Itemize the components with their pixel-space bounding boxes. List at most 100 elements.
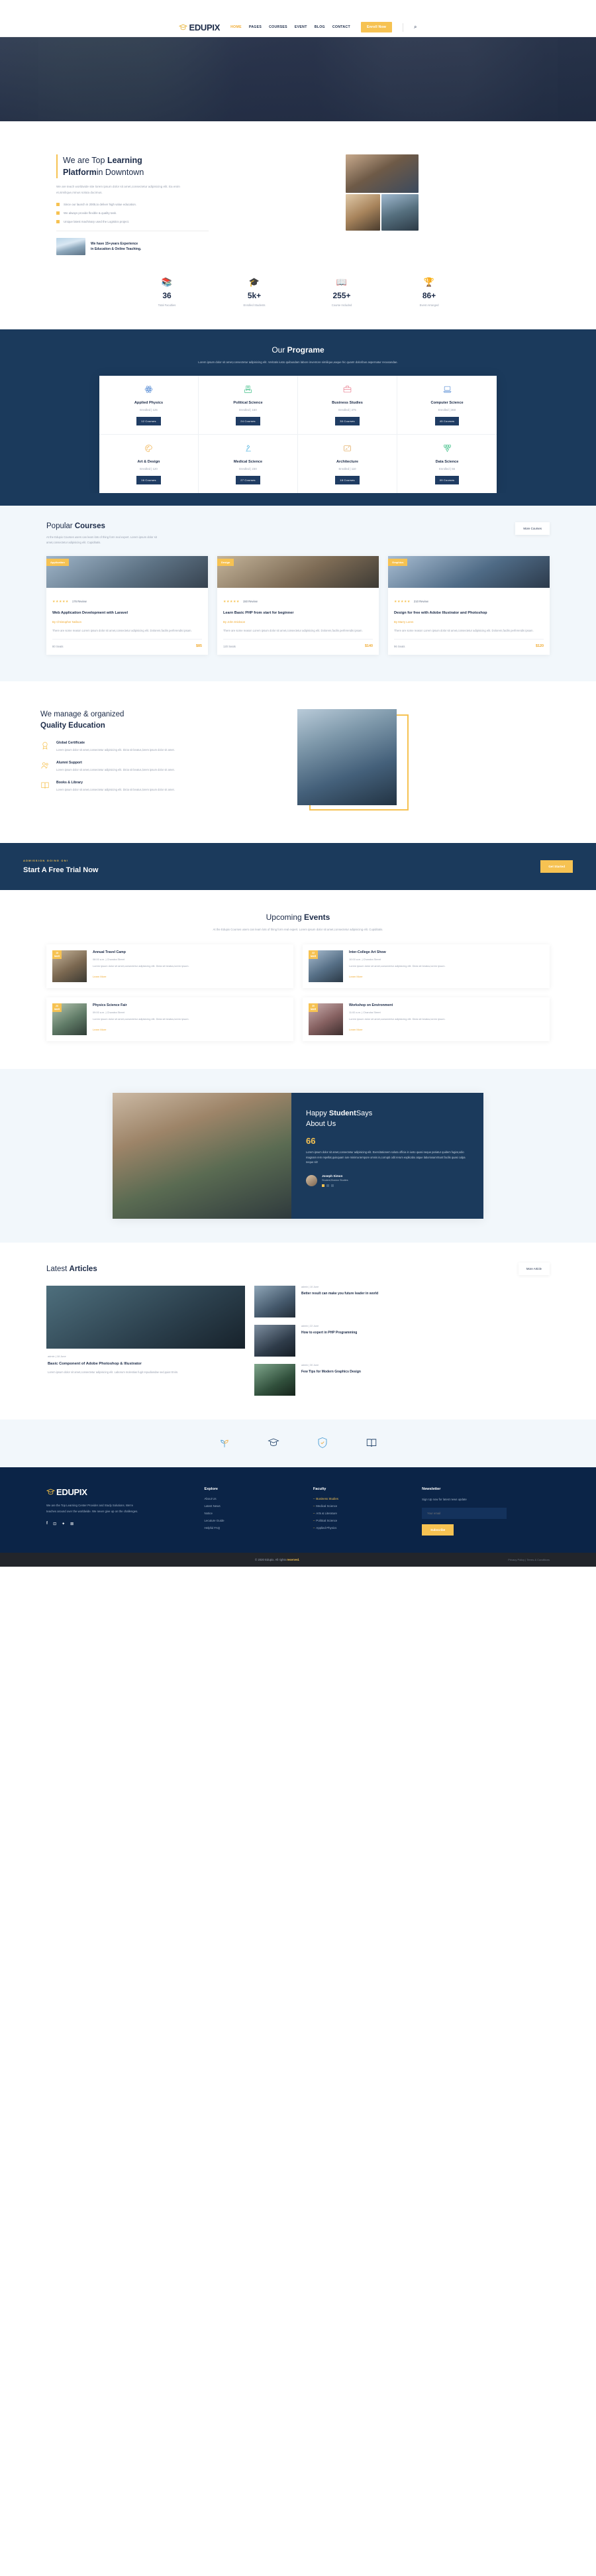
event-card[interactable]: 26 MAR Physics Science Fair 09:00 a.m. | … bbox=[46, 997, 293, 1042]
program-courses-button[interactable]: 45 Courses bbox=[434, 417, 460, 426]
program-card-medical-science[interactable]: Medical Science Enrolled | 230 27 Course… bbox=[199, 435, 298, 494]
dot[interactable] bbox=[331, 1184, 334, 1187]
course-card[interactable]: Graphics ★★★★★ 210 Review Design for free… bbox=[388, 556, 550, 655]
behance-icon[interactable]: ⊠ bbox=[70, 1522, 74, 1526]
article-featured[interactable]: admin | 18 June Basic Component of Adobe… bbox=[46, 1286, 245, 1396]
nav-item-contact[interactable]: CONTACT bbox=[332, 25, 350, 29]
more-article-button[interactable]: More Article bbox=[518, 1262, 550, 1276]
palette-icon bbox=[103, 444, 194, 454]
copyright-pre: © 2020 Edupix. All rights bbox=[255, 1558, 287, 1562]
graduation-brand-icon bbox=[268, 1437, 279, 1451]
program-card-data-science[interactable]: Data Science Enrolled | 56 09 Courses bbox=[397, 435, 497, 493]
program-courses-button[interactable]: 24 Courses bbox=[236, 417, 260, 426]
event-thumbnail: 18 MAR bbox=[52, 950, 87, 983]
dot[interactable] bbox=[326, 1184, 329, 1187]
site-logo[interactable]: EDUPIX bbox=[179, 23, 220, 32]
nav-item-home[interactable]: HOME bbox=[230, 25, 242, 29]
footer-link-lecture-guide[interactable]: Lecuture Guide bbox=[205, 1519, 303, 1522]
article-title: Basic Component of Adobe Photoshop & Ill… bbox=[48, 1362, 142, 1367]
enroll-now-button[interactable]: Enroll Now bbox=[360, 22, 393, 32]
events-subtitle: At the Edupix Courses users can learn lo… bbox=[213, 928, 383, 932]
footer-link-notice[interactable]: Notice bbox=[205, 1512, 303, 1515]
nav-item-pages[interactable]: PAGES bbox=[249, 25, 262, 29]
course-thumbnail: Application bbox=[46, 556, 208, 588]
event-title: Annual Travel Camp bbox=[93, 950, 126, 955]
event-card[interactable]: 18 MAR Annual Travel Camp 08:00 a.m. | Ch… bbox=[46, 944, 293, 989]
twitter-icon[interactable]: ✦ bbox=[62, 1522, 65, 1526]
course-author[interactable]: Christopher Neilson bbox=[56, 620, 81, 624]
course-card[interactable]: Application ★★★★★ 176 Review Web Applicat… bbox=[46, 556, 208, 655]
footer-logo[interactable]: EDUPIX bbox=[46, 1487, 194, 1497]
program-card-business-studies[interactable]: Business Studies Enrolled | 375 30 Cours… bbox=[298, 376, 397, 435]
testimonial-title-3: Says bbox=[356, 1109, 373, 1118]
course-title: Design for free with Adobe Illustrator a… bbox=[394, 611, 487, 616]
program-card-applied-physics[interactable]: Applied Physics Enrolled | 125 12 Course… bbox=[99, 376, 199, 435]
courses-title: Popular Courses bbox=[46, 522, 179, 530]
footer-faculty-medical-science[interactable]: – Medical Science bbox=[313, 1504, 411, 1508]
shield-brand-icon bbox=[317, 1437, 328, 1451]
newsletter-email-input[interactable] bbox=[422, 1508, 507, 1520]
article-item[interactable]: admin | 30 June Few Tips for Modern Grap… bbox=[254, 1364, 550, 1396]
event-thumbnail: 26 MAR bbox=[52, 1003, 87, 1036]
hero-overlay bbox=[38, 37, 558, 121]
briefcase-icon bbox=[302, 385, 393, 395]
event-learn-more-link[interactable]: Learn More bbox=[349, 1028, 362, 1031]
nav-item-courses[interactable]: COURSES bbox=[269, 25, 287, 29]
program-card-architecture[interactable]: Architecture Enrolled | 110 18 Courses bbox=[298, 435, 397, 494]
program-courses-button[interactable]: 18 Courses bbox=[335, 476, 360, 485]
get-started-button[interactable]: Get Started bbox=[540, 860, 573, 873]
brand-logos-section bbox=[0, 1420, 596, 1468]
course-desc: There are some reason Lorem ipsum dolor … bbox=[394, 628, 534, 632]
footer-link-latest-news[interactable]: Latest News bbox=[205, 1504, 303, 1508]
copyright-bar: © 2020 Edupix. All rights reserved. Priv… bbox=[0, 1553, 596, 1567]
course-tag: Design bbox=[217, 559, 234, 567]
footer-faculty-title: Faculty bbox=[313, 1487, 326, 1492]
dot-active[interactable] bbox=[322, 1184, 324, 1187]
program-courses-button[interactable]: 30 Courses bbox=[335, 417, 360, 426]
program-courses-button[interactable]: 16 Courses bbox=[136, 476, 161, 485]
footer-faculty-business-studies[interactable]: – Business Studies bbox=[313, 1497, 411, 1500]
event-card[interactable]: 22 MAR Inter-College Art Show 10:00 a.m. … bbox=[303, 944, 550, 989]
program-card-art-design[interactable]: Art & Design Enrolled | 120 16 Courses bbox=[99, 435, 199, 494]
subscribe-button[interactable]: Subscribe bbox=[422, 1524, 454, 1536]
more-courses-button[interactable]: More Courses bbox=[515, 522, 550, 535]
event-desc: Lorem ipsum dolor sit amet,consectetur a… bbox=[349, 1017, 446, 1021]
event-learn-more-link[interactable]: Learn More bbox=[349, 975, 362, 978]
footer-link-helpful-faq[interactable]: Helpful FAQ bbox=[205, 1526, 303, 1530]
program-courses-button[interactable]: 27 Courses bbox=[236, 476, 260, 485]
event-card[interactable]: 30 MAR Workshop on Environment 11:00 a.m.… bbox=[303, 997, 550, 1042]
footer-newsletter-title: Newsletter bbox=[422, 1487, 441, 1492]
counter-label: Course Included bbox=[331, 304, 352, 307]
course-author[interactable]: John Erickson bbox=[227, 620, 245, 624]
footer-link-about-us[interactable]: About Us bbox=[205, 1497, 303, 1500]
program-courses-button[interactable]: 09 Courses bbox=[434, 476, 460, 485]
program-courses-button[interactable]: 12 Courses bbox=[136, 417, 161, 426]
testimonial-pagination[interactable] bbox=[322, 1184, 348, 1187]
event-month: MAR bbox=[311, 1007, 317, 1011]
course-author[interactable]: Marry Loren bbox=[398, 620, 413, 624]
search-icon[interactable]: ⌕ bbox=[414, 24, 417, 30]
nav-item-blog[interactable]: BLOG bbox=[315, 25, 325, 29]
avatar bbox=[306, 1174, 317, 1186]
program-card-computer-science[interactable]: Computer Science Enrolled | 360 45 Cours… bbox=[397, 376, 497, 435]
instagram-icon[interactable]: ⊡ bbox=[53, 1522, 56, 1526]
nav-item-event[interactable]: EVENT bbox=[295, 25, 307, 29]
event-learn-more-link[interactable]: Learn More bbox=[93, 975, 106, 978]
footer-faculty-political-science[interactable]: – Political Science bbox=[313, 1519, 411, 1522]
event-meta: 09:00 a.m. | Chandra Street bbox=[93, 1011, 124, 1015]
article-item[interactable]: admin | 22 June How to expert in PHP Pro… bbox=[254, 1325, 550, 1357]
article-item[interactable]: admin | 10 June Better result can make y… bbox=[254, 1286, 550, 1318]
graduation-cap-icon bbox=[46, 1488, 56, 1496]
atom-icon bbox=[103, 385, 194, 395]
courses-subtitle: At the Edupix Courses users can learn lo… bbox=[46, 535, 157, 545]
about-image-column bbox=[331, 154, 573, 260]
event-learn-more-link[interactable]: Learn More bbox=[93, 1028, 106, 1031]
footer-faculty-arts-literature[interactable]: – Arts & Literature bbox=[313, 1512, 411, 1515]
courses-title-bold: Courses bbox=[74, 522, 105, 531]
footer-faculty-applied-physics[interactable]: – Applied Physics bbox=[313, 1526, 411, 1530]
course-card[interactable]: Design ★★★★★ 150 Review Learn Basic PHP f… bbox=[217, 556, 379, 655]
event-date-badge: 30 MAR bbox=[309, 1003, 319, 1012]
facebook-icon[interactable]: 𝐟 bbox=[46, 1522, 48, 1526]
program-enrolled: Enrolled | 120 bbox=[140, 467, 158, 471]
program-card-political-science[interactable]: Political Science Enrolled | 150 24 Cour… bbox=[199, 376, 298, 435]
